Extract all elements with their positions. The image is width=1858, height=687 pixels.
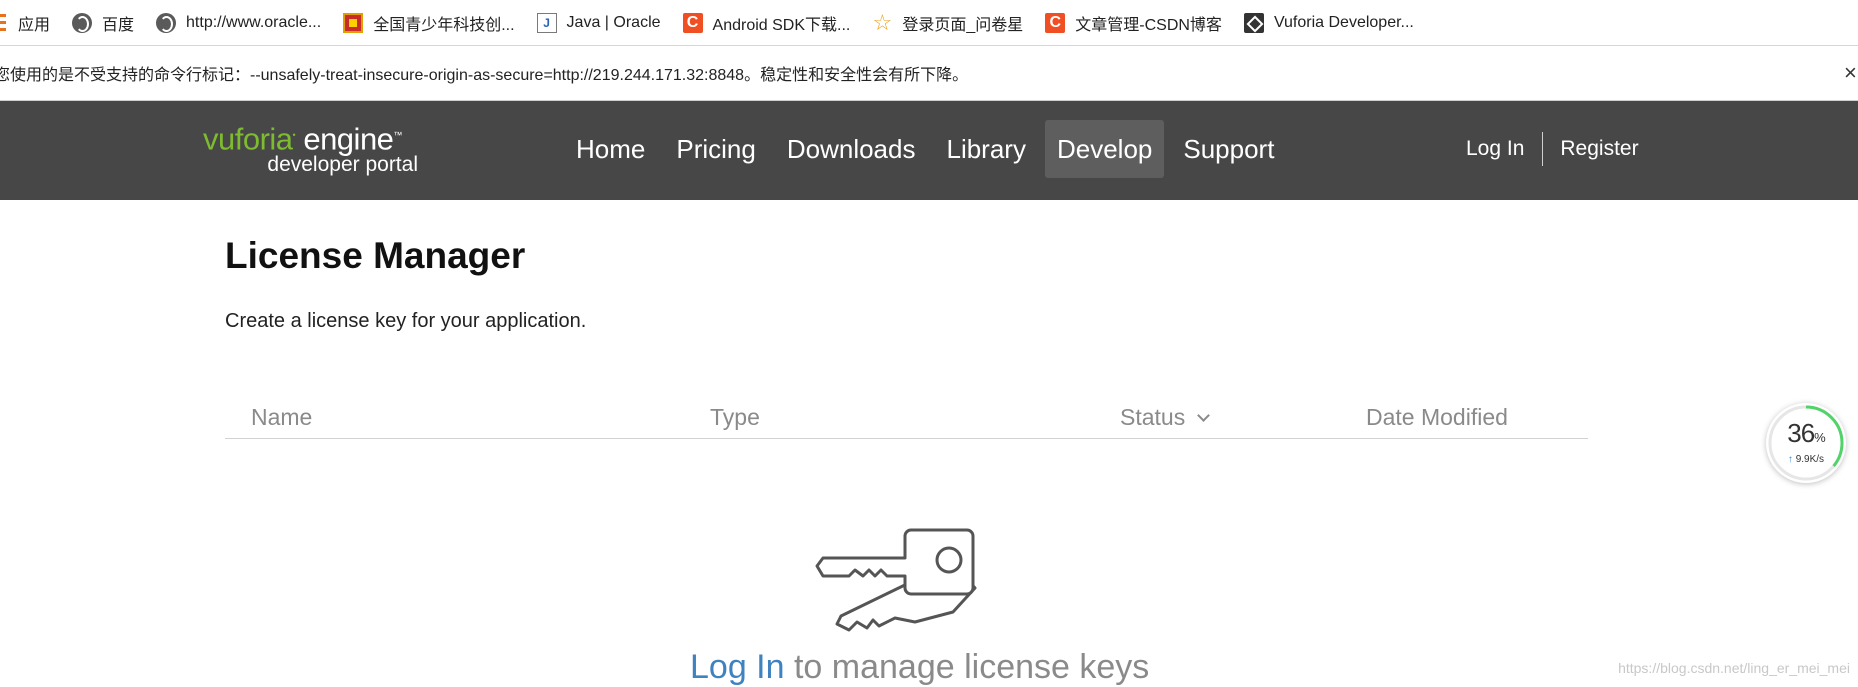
bookmark-android-sdk[interactable]: C Android SDK下载... [682,0,851,46]
bookmark-java-oracle[interactable]: J Java | Oracle [536,0,661,46]
column-header-name[interactable]: Name [251,404,312,431]
vuforia-logo[interactable]: vuforia• engine™ developer portal [203,119,423,181]
speed-percent-value: 36 [1787,418,1815,448]
bookmark-label: Vuforia Developer... [1273,13,1414,31]
bookmark-label: 全国青少年科技创... [373,16,515,34]
globe-icon [72,12,93,33]
bookmark-label: http://www.oracle... [186,13,322,31]
column-header-status[interactable]: Status [1120,404,1211,431]
speed-percent-unit: % [1814,430,1826,445]
page-description: Create a license key for your applicatio… [225,310,587,332]
login-link[interactable]: Log In [1466,137,1524,161]
bookmark-csdn-articles[interactable]: C 文章管理-CSDN博客 [1045,0,1222,46]
speed-rate: ↑ 9.9K/s [1766,454,1846,465]
bookmark-oracle-url[interactable]: http://www.oracle... [156,0,321,46]
logo-brand: vuforia [203,121,293,157]
star-icon: ☆ [872,9,893,35]
register-link[interactable]: Register [1560,137,1638,161]
bookmark-label: Android SDK下载... [712,16,851,34]
auth-divider [1542,132,1544,166]
upload-arrow-icon: ↑ [1787,454,1793,465]
license-table-header: Name Type Status Date Modified [225,396,1588,439]
keys-icon [815,528,977,632]
nav-library[interactable]: Library [934,120,1037,178]
watermark: https://blog.csdn.net/ling_er_mei_mei [1618,660,1850,676]
empty-state-text: to manage license keys [784,648,1150,686]
bookmark-label: 百度 [102,16,135,34]
main-nav: Home Pricing Downloads Library Develop S… [564,120,1293,178]
bookmark-label: 文章管理-CSDN博客 [1075,16,1222,34]
nav-downloads[interactable]: Downloads [775,120,928,178]
bookmark-apps[interactable]: 应用 [0,0,50,46]
nav-pricing[interactable]: Pricing [664,120,767,178]
bookmark-baidu[interactable]: 百度 [72,0,134,46]
page-title: License Manager [225,235,526,276]
flag-icon [343,12,364,33]
logo-trademark: ™ [393,130,402,140]
chevron-down-icon [1197,409,1211,422]
nav-develop[interactable]: Develop [1044,120,1165,178]
nav-support[interactable]: Support [1171,120,1286,178]
apps-grid-icon [0,13,6,32]
bookmark-label: 应用 [18,16,51,34]
bookmark-label: 登录页面_问卷星 [902,16,1024,34]
csdn-icon: C [1045,12,1066,33]
auth-links: Log In Register [1466,129,1639,169]
speed-percent: 36% [1766,418,1846,449]
warning-text: 您使用的是不受支持的命令行标记：--unsafely-treat-insecur… [0,67,969,84]
csdn-icon: C [682,12,703,33]
vuforia-icon [1243,12,1264,33]
bookmark-wenjuanxing[interactable]: ☆ 登录页面_问卷星 [872,0,1023,46]
bookmarks-bar: 应用 百度 http://www.oracle... 全国青少年科技创... J… [0,0,1858,46]
column-header-status-label: Status [1120,404,1186,430]
unsupported-flag-warning-bar: 您使用的是不受支持的命令行标记：--unsafely-treat-insecur… [0,46,1858,101]
column-header-date-modified[interactable]: Date Modified [1366,404,1508,431]
site-header: vuforia• engine™ developer portal Home P… [0,101,1858,200]
nav-home[interactable]: Home [564,120,657,178]
bookmark-label: Java | Oracle [566,13,661,31]
speed-rate-value: 9.9K/s [1795,454,1825,465]
globe-icon [156,12,177,33]
bookmark-vuforia[interactable]: Vuforia Developer... [1243,0,1414,46]
java-icon: J [536,12,557,33]
empty-state-login-link[interactable]: Log In [690,648,785,686]
logo-wordmark: vuforia• engine™ [203,121,402,157]
empty-state-message: Log In to manage license keys [690,648,1149,687]
logo-subtitle: developer portal [267,153,418,176]
logo-product: engine [303,121,394,157]
column-header-type[interactable]: Type [710,404,760,431]
close-icon[interactable]: × [1844,62,1858,84]
network-speed-widget[interactable]: 36% ↑ 9.9K/s [1766,403,1846,483]
bookmark-youth-science[interactable]: 全国青少年科技创... [343,0,515,46]
